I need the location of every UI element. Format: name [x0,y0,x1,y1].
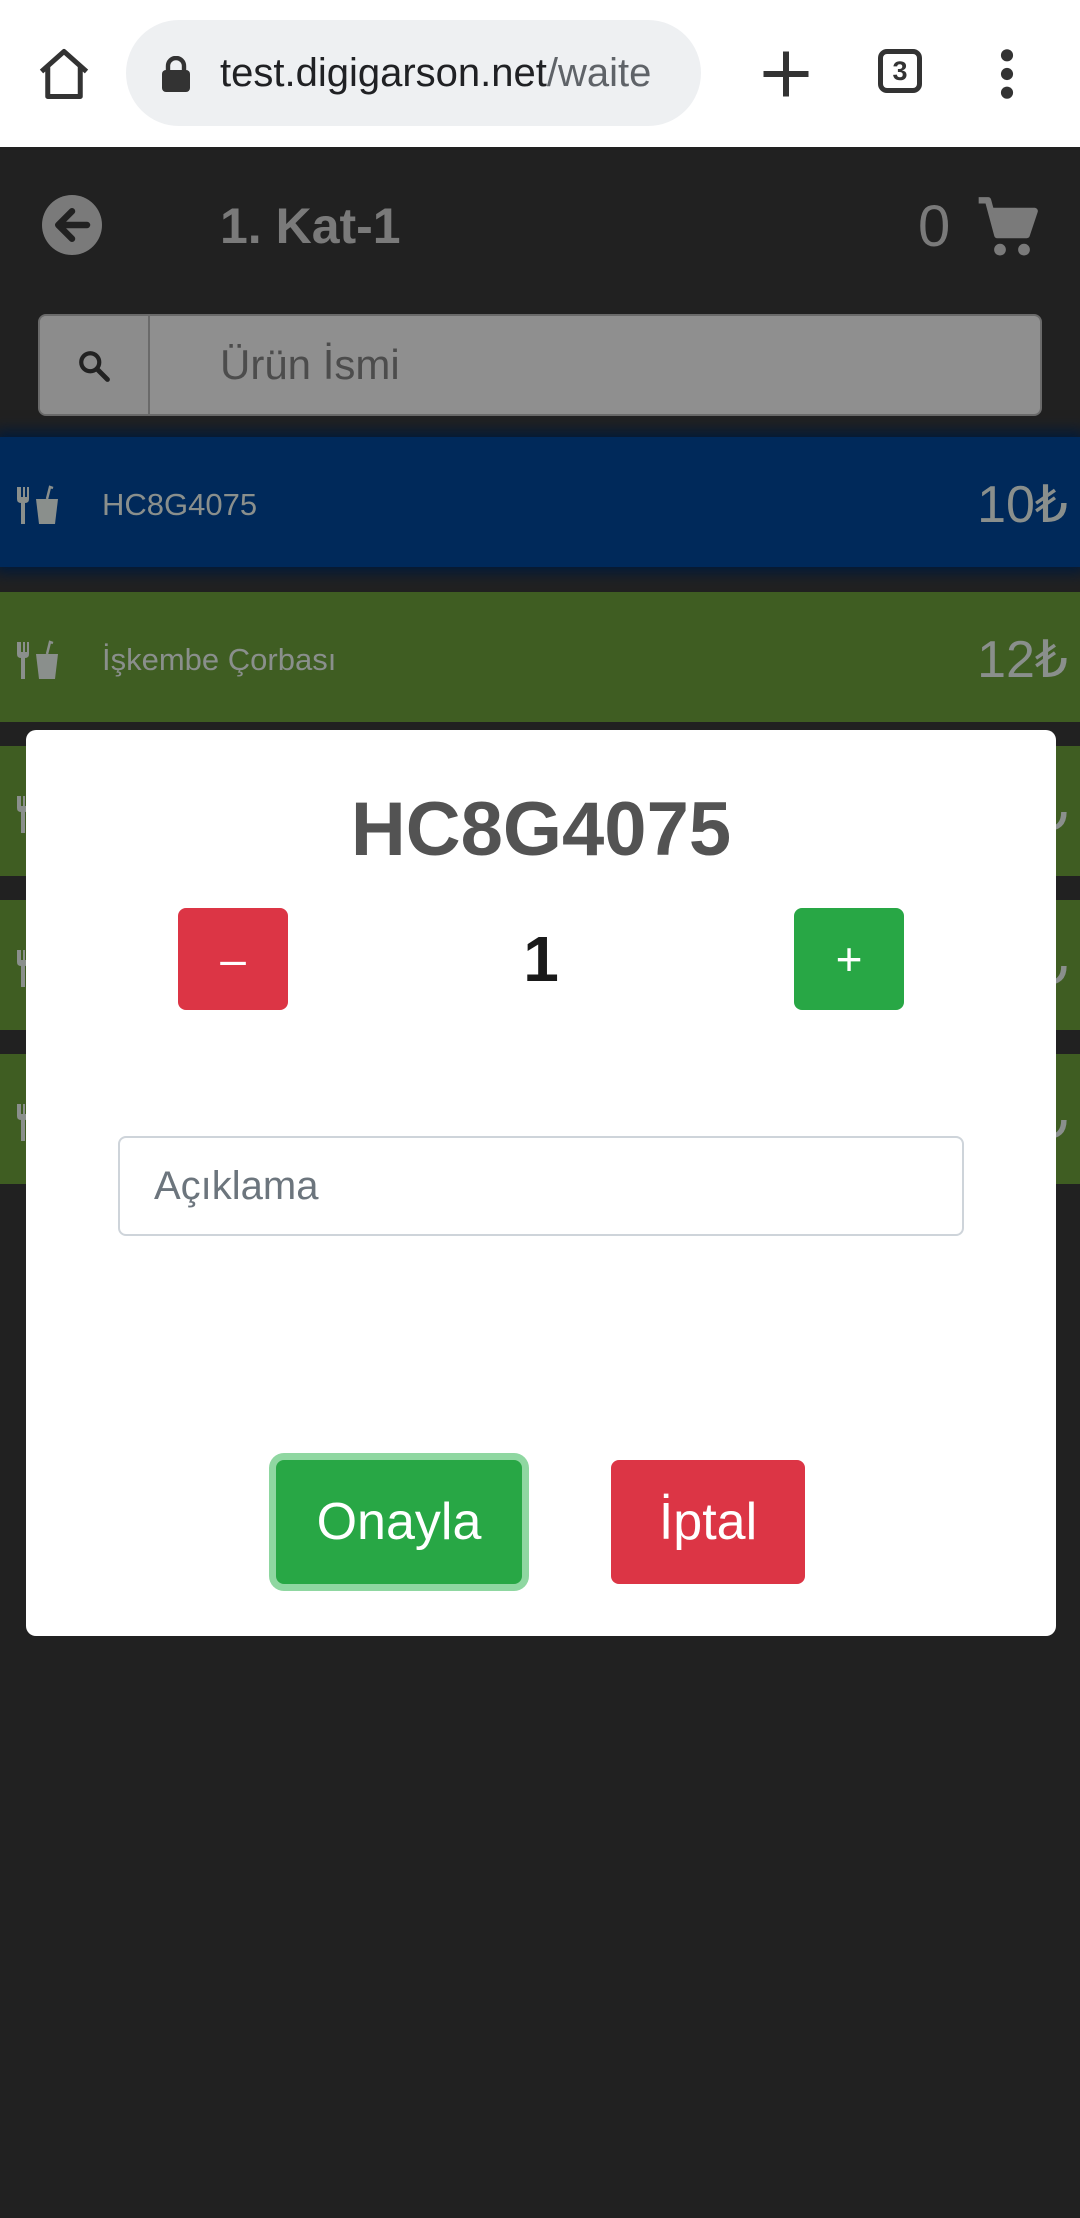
dialog-title: HC8G4075 [350,787,732,872]
utensils-drink-icon [17,640,58,679]
product-name: HC8G4075 [102,487,258,522]
product-name: İşkembe Çorbası [102,642,337,677]
product-search [38,314,1042,416]
back-arrow-icon[interactable] [42,195,102,255]
app-header: 1. Kat-1 0 [0,147,1080,304]
add-item-dialog: HC8G4075 – 1 + Onayla İptal [26,730,1056,1636]
browser-toolbar: test.digigarson.net/waite 3 [0,0,1080,147]
product-row[interactable]: HC8G4075 10₺ [0,437,1080,567]
url-text: test.digigarson.net/waite [220,51,652,95]
product-price: 12₺ [977,631,1068,689]
search-button[interactable] [40,316,150,414]
tab-switcher-button[interactable]: 3 [878,49,922,93]
more-menu-icon[interactable] [992,46,1022,102]
cart-count: 0 [918,194,951,259]
increase-quantity-button[interactable]: + [794,908,904,1010]
note-input[interactable] [118,1136,964,1236]
cart-icon[interactable] [976,195,1040,259]
page-title: 1. Kat-1 [220,198,401,254]
utensils-drink-icon [17,485,58,524]
confirm-button[interactable]: Onayla [276,1460,522,1584]
cancel-button[interactable]: İptal [611,1460,805,1584]
search-icon [79,351,110,382]
address-bar[interactable]: test.digigarson.net/waite [126,20,701,126]
decrease-quantity-button[interactable]: – [178,908,288,1010]
new-tab-icon[interactable] [756,44,816,104]
product-row[interactable]: İşkembe Çorbası 12₺ [0,592,1080,722]
home-icon[interactable] [34,44,94,104]
product-price: 10₺ [977,476,1068,534]
search-input[interactable] [152,316,1038,414]
lock-icon [162,56,190,92]
quantity-value: 1 [523,923,559,995]
